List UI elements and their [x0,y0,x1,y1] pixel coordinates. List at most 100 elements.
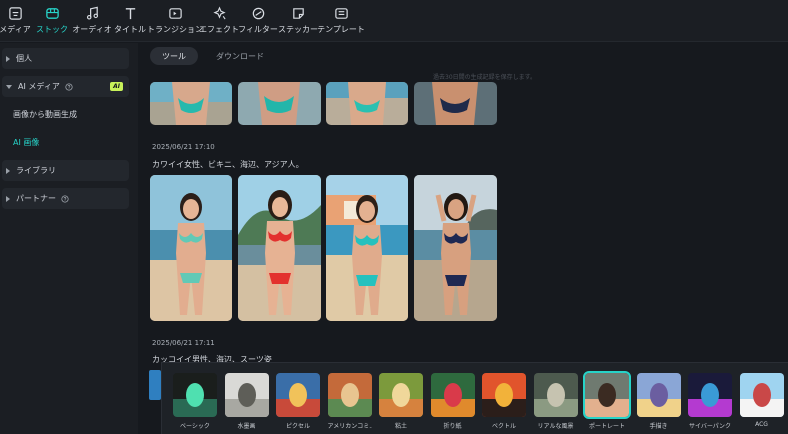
ai-badge: AI [110,82,123,91]
style-picker: ベーシック 水墨画 ピクセル アメリカンコミ... 粘土 折り紙 ベクトル リアルな風景 ポート… [161,362,788,434]
transition-icon [168,8,182,19]
chevron-right-icon [6,167,10,174]
audio-icon [86,6,98,20]
sidebar-item-library[interactable]: ライブラリ [2,160,129,181]
style-thumbnail [430,373,475,417]
style-thumb-partial [149,370,161,400]
generated-image[interactable] [414,175,497,321]
style-option[interactable]: ベーシック [173,373,217,430]
tabs: ツール ダウンロード [150,47,282,65]
style-thumbnail [327,373,372,417]
toolbar-title-label: タイトル [114,25,146,34]
sidebar-item-ai-media[interactable]: AI メディア AI [2,76,129,97]
generated-image[interactable] [414,82,497,125]
style-thumbnail [533,373,578,417]
style-label: ベクトル [491,423,516,430]
entry-date: 2025/06/21 17:10 [152,143,215,151]
sidebar-item-label: ライブラリ [16,166,56,175]
entry-date: 2025/06/21 17:11 [152,339,215,347]
style-label: 折り紙 [443,423,462,430]
style-thumbnail [276,373,320,417]
generated-image[interactable] [238,82,321,125]
tab-tools[interactable]: ツール [150,47,198,65]
sidebar-item-image-to-video[interactable]: 画像から動画生成 [13,109,77,120]
template-icon [334,8,348,19]
app-window: メディア ストック オーディオ タイトル トランジション エフェクト フィルター [0,0,788,434]
title-icon [125,8,135,20]
toolbar-effect-label: エフェクト [199,25,239,34]
toolbar-transition[interactable]: トランジション [147,0,203,42]
toolbar-audio-label: オーディオ [72,25,112,34]
style-thumbnail [739,373,784,417]
style-option[interactable]: サイバーパンク [688,373,732,430]
entry-prompt: カワイイ女性、ビキニ、海辺、アジア人。 [152,160,304,169]
style-label: ピクセル [285,423,310,430]
style-option[interactable]: ACG [739,373,784,428]
style-thumbnail [688,373,732,417]
sidebar-item-ai-image[interactable]: AI 画像 [13,137,39,148]
sidebar: 個人 AI メディア AI 画像から動画生成 AI 画像 ライブラリ パートナー [0,43,138,434]
toolbar-media[interactable]: メディア [0,0,31,42]
toolbar-sticker-label: ステッカー [278,25,318,34]
style-label: リアルな風景 [537,423,574,430]
toolbar-effect[interactable]: エフェクト [199,0,239,42]
chevron-right-icon [6,55,10,62]
toolbar-media-label: メディア [0,25,31,34]
style-thumbnail [173,373,217,417]
style-label: ACG [755,421,768,428]
style-option[interactable]: ポートレート [583,371,631,430]
stock-icon [45,8,59,19]
tab-download[interactable]: ダウンロード [204,47,276,65]
sidebar-item-label: パートナー [16,194,56,203]
style-label: 水墨画 [237,423,256,430]
toolbar-sticker[interactable]: ステッカー [278,0,318,42]
toolbar-stock[interactable]: ストック [30,0,74,42]
sidebar-item-label: 個人 [16,54,32,63]
style-option[interactable]: 水墨画 [224,373,269,430]
help-icon[interactable] [65,82,73,91]
sticker-icon [292,8,304,19]
toolbar-stock-label: ストック [36,25,68,34]
toolbar-transition-label: トランジション [147,25,203,34]
top-toolbar: メディア ストック オーディオ タイトル トランジション エフェクト フィルター [0,0,788,42]
style-option[interactable]: 折り紙 [430,373,475,430]
style-label: ベーシック [180,423,210,430]
filter-icon [252,7,264,20]
style-thumbnail [636,373,681,417]
style-label: サイバーパンク [688,423,732,430]
style-label: 粘土 [394,423,407,430]
style-thumbnail [379,373,423,417]
style-label: アメリカンコミ... [327,423,372,430]
help-icon[interactable] [61,194,69,203]
style-option[interactable]: 手描き [636,373,681,430]
generated-image[interactable] [326,175,408,321]
style-option[interactable]: リアルな風景 [533,373,578,430]
media-icon [8,7,22,20]
style-thumbnail [482,373,526,417]
style-thumbnail [583,371,631,419]
retention-notice: 過去30日間の生成記録を保存します。 [433,74,537,81]
style-option[interactable]: ベクトル [482,373,526,430]
chevron-right-icon [6,195,10,202]
sidebar-item-label: AI メディア [18,82,60,91]
style-thumbnail [224,373,269,417]
toolbar-title[interactable]: タイトル [110,0,150,42]
toolbar-filter[interactable]: フィルター [238,0,278,42]
sidebar-item-personal[interactable]: 個人 [2,48,129,69]
generated-image[interactable] [150,82,232,125]
effect-icon [212,6,226,20]
style-option[interactable]: アメリカンコミ... [327,373,372,430]
style-label: 手描き [649,423,668,430]
generated-image[interactable] [238,175,321,321]
style-option[interactable]: 粘土 [379,373,423,430]
toolbar-filter-label: フィルター [238,25,278,34]
toolbar-audio[interactable]: オーディオ [72,0,112,42]
generated-image[interactable] [150,175,232,321]
toolbar-template-label: テンプレート [317,25,365,34]
toolbar-template[interactable]: テンプレート [317,0,365,42]
sidebar-item-partner[interactable]: パートナー [2,188,129,209]
generated-image[interactable] [326,82,408,125]
style-label: ポートレート [588,423,625,430]
chevron-down-icon [6,84,12,89]
style-option[interactable]: ピクセル [276,373,320,430]
